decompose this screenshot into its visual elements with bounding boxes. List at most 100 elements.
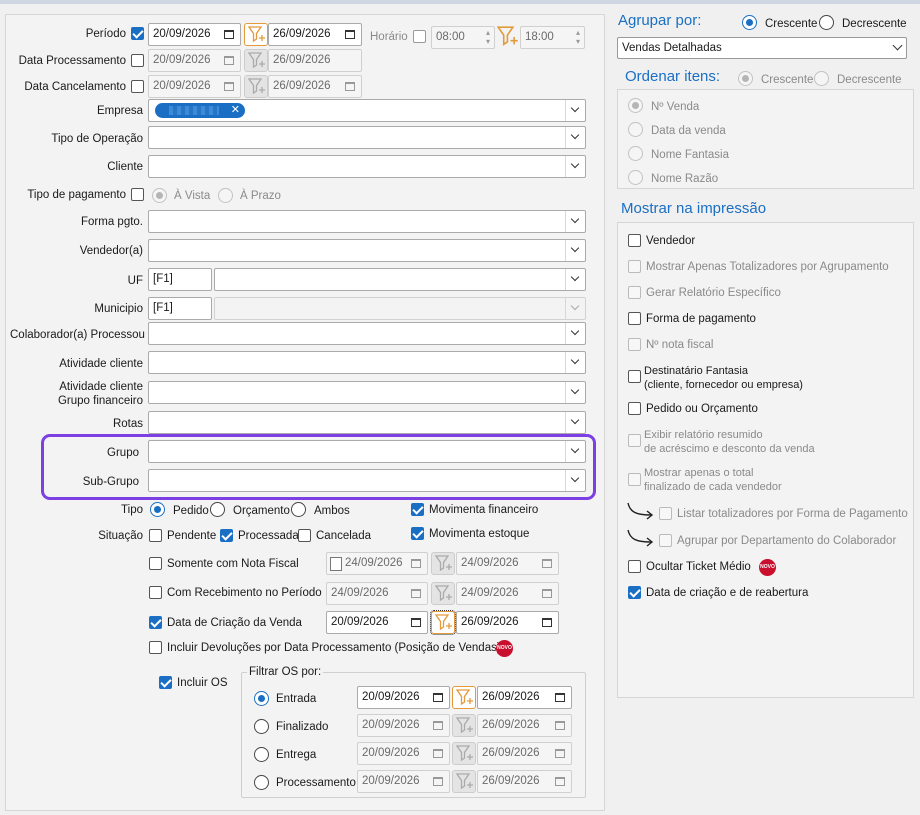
chevron-down-icon[interactable] — [565, 127, 585, 148]
colaborador-dropdown[interactable] — [148, 322, 586, 345]
periodo-fim[interactable]: 26/09/2026 — [268, 23, 362, 46]
mostrar-vendedor-checkbox[interactable] — [628, 234, 641, 247]
os-finalizado-fim[interactable]: 26/09/2026 — [477, 714, 572, 737]
filter-icon[interactable] — [452, 742, 476, 765]
tipo-pedido-radio[interactable] — [150, 502, 165, 517]
calendar-icon[interactable] — [224, 82, 234, 91]
chevron-down-icon[interactable] — [565, 156, 585, 177]
calendar-icon[interactable] — [433, 721, 443, 730]
chevron-down-icon[interactable] — [565, 269, 585, 290]
ordenar-decrescente-radio[interactable] — [814, 71, 829, 86]
filter-icon[interactable] — [431, 582, 455, 605]
calendar-icon[interactable] — [224, 56, 234, 65]
mostrar-apenas-tot-checkbox[interactable] — [628, 260, 641, 273]
a-prazo-radio[interactable] — [218, 188, 233, 203]
listar-totalizadores-checkbox[interactable] — [659, 507, 672, 520]
chevron-down-icon[interactable] — [565, 100, 585, 121]
calendar-icon[interactable] — [555, 693, 565, 702]
destinatario-checkbox[interactable] — [628, 370, 641, 383]
periodo-inicio[interactable]: 20/09/2026 — [148, 23, 241, 46]
incluir-devolucoes-checkbox[interactable] — [149, 641, 162, 654]
dp-fim[interactable]: 26/09/2026 — [268, 49, 362, 72]
periodo-checkbox[interactable] — [131, 27, 144, 40]
horario-inicio[interactable]: 08:00 ▴ ▾ — [431, 26, 495, 49]
chevron-down-icon[interactable] — [565, 352, 585, 373]
tipo-pagamento-checkbox[interactable] — [131, 188, 144, 201]
filter-icon[interactable] — [430, 610, 456, 635]
empresa-chip[interactable]: ✕ — [155, 103, 245, 118]
dcv-fim[interactable]: 26/09/2026 — [456, 611, 559, 634]
forma-pgto-dropdown[interactable] — [148, 210, 586, 233]
chevron-down-icon[interactable] — [892, 40, 903, 51]
filter-icon[interactable] — [452, 714, 476, 737]
tipo-operacao-dropdown[interactable] — [148, 126, 586, 149]
movimenta-financeiro-checkbox[interactable] — [411, 503, 424, 516]
data-processamento-checkbox[interactable] — [131, 54, 144, 67]
chevron-down-icon[interactable] — [565, 470, 585, 491]
calendar-icon[interactable] — [411, 589, 421, 598]
pedido-orcamento-checkbox[interactable] — [628, 402, 641, 415]
rotas-dropdown[interactable] — [148, 411, 586, 434]
incluir-os-checkbox[interactable] — [159, 676, 172, 689]
os-processamento-fim[interactable]: 26/09/2026 — [477, 770, 572, 793]
somente-nf-checkbox[interactable] — [149, 557, 162, 570]
movimenta-estoque-checkbox[interactable] — [411, 527, 424, 540]
vendedor-dropdown[interactable] — [148, 239, 586, 262]
data-cancelamento-checkbox[interactable] — [131, 80, 144, 93]
calendar-icon[interactable] — [555, 777, 565, 786]
horario-checkbox[interactable] — [413, 30, 426, 43]
os-processamento-inicio[interactable]: 20/09/2026 — [357, 770, 450, 793]
ordenar-item-radio[interactable] — [628, 146, 643, 161]
calendar-icon[interactable] — [555, 749, 565, 758]
calendar-icon[interactable] — [555, 721, 565, 730]
exibir-resumido-checkbox[interactable] — [628, 434, 641, 447]
ordenar-crescente-radio[interactable] — [738, 71, 753, 86]
calendar-icon[interactable] — [345, 82, 355, 91]
sit-processada-checkbox[interactable] — [220, 529, 233, 542]
calendar-icon[interactable] — [330, 557, 342, 571]
com-receb-checkbox[interactable] — [149, 586, 162, 599]
dc-fim[interactable]: 26/09/2026 — [268, 75, 362, 98]
agrupar-departamento-checkbox[interactable] — [659, 534, 672, 547]
chevron-down-icon[interactable] — [565, 382, 585, 403]
municipio-dropdown[interactable] — [214, 297, 586, 320]
horario-fim[interactable]: 18:00 ▴ ▾ — [520, 26, 585, 49]
dcv-inicio[interactable]: 20/09/2026 — [326, 611, 428, 634]
chevron-down-icon[interactable] — [565, 412, 585, 433]
nota-fiscal-checkbox[interactable] — [628, 338, 641, 351]
spinner-icon[interactable]: ▴ ▾ — [486, 28, 490, 46]
sit-cancelada-checkbox[interactable] — [298, 529, 311, 542]
calendar-icon[interactable] — [542, 589, 552, 598]
calendar-icon[interactable] — [433, 693, 443, 702]
mostrar-total-checkbox[interactable] — [628, 473, 641, 486]
os-entrega-radio[interactable] — [254, 747, 269, 762]
chevron-down-icon[interactable] — [565, 441, 585, 462]
ordenar-item-radio[interactable] — [628, 122, 643, 137]
remove-chip-icon[interactable]: ✕ — [231, 103, 240, 117]
tipo-ambos-radio[interactable] — [291, 502, 306, 517]
a-vista-radio[interactable] — [152, 188, 167, 203]
snf-fim[interactable]: 24/09/2026 — [456, 552, 559, 575]
os-processamento-radio[interactable] — [254, 775, 269, 790]
cr-fim[interactable]: 24/09/2026 — [456, 582, 559, 605]
sit-pendente-checkbox[interactable] — [149, 529, 162, 542]
subgrupo-dropdown[interactable] — [148, 469, 586, 492]
agrupar-decrescente-radio[interactable] — [819, 15, 834, 30]
filter-icon[interactable] — [452, 770, 476, 793]
ocultar-ticket-checkbox[interactable] — [628, 560, 641, 573]
os-entrada-fim[interactable]: 26/09/2026 — [477, 686, 572, 709]
municipio-code-input[interactable]: [F1] — [148, 297, 212, 320]
os-finalizado-inicio[interactable]: 20/09/2026 — [357, 714, 450, 737]
uf-code-input[interactable]: [F1] — [148, 268, 212, 291]
calendar-icon[interactable] — [433, 777, 443, 786]
cliente-dropdown[interactable] — [148, 155, 586, 178]
calendar-icon[interactable] — [345, 30, 355, 39]
forma-pagamento-checkbox[interactable] — [628, 312, 641, 325]
atividade-dropdown[interactable] — [148, 351, 586, 374]
data-criacao-checkbox[interactable] — [149, 616, 162, 629]
os-entrega-inicio[interactable]: 20/09/2026 — [357, 742, 450, 765]
empresa-dropdown[interactable]: ✕ — [148, 99, 586, 122]
spinner-icon[interactable]: ▴ ▾ — [576, 28, 580, 46]
uf-dropdown[interactable] — [214, 268, 586, 291]
os-entrada-radio[interactable] — [254, 691, 269, 706]
